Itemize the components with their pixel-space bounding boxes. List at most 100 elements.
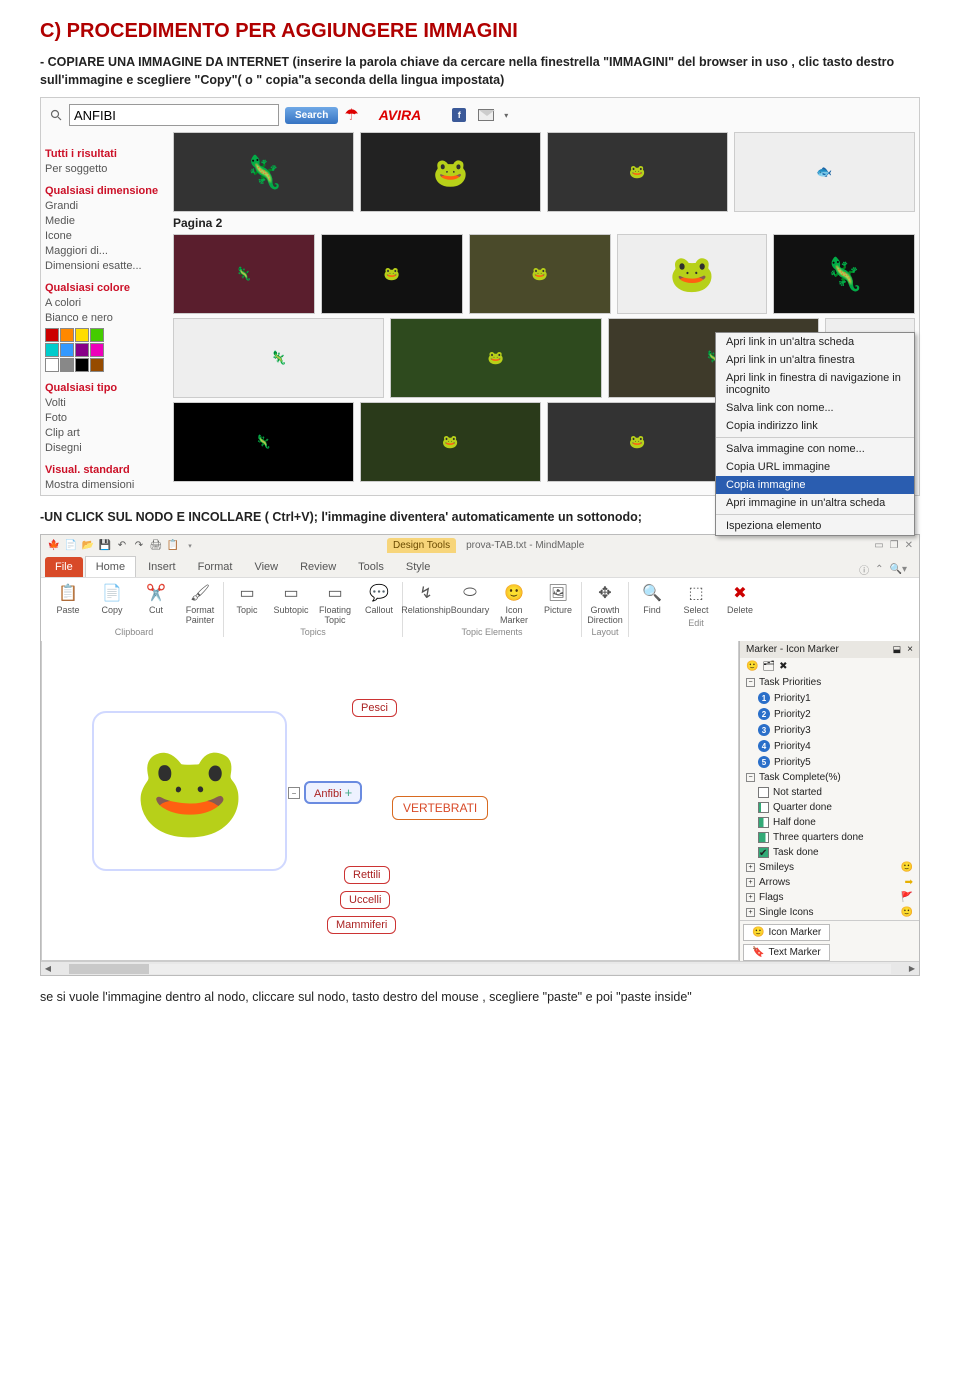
minimize-icon[interactable]: ▭: [874, 540, 883, 551]
color-swatch[interactable]: [45, 358, 59, 372]
ctx-open-image-new-tab[interactable]: Apri immagine in un'altra scheda: [716, 494, 914, 512]
filter-size-head[interactable]: Qualsiasi dimensione: [45, 185, 165, 197]
filter-type-item[interactable]: Disegni: [45, 442, 165, 454]
topic-button[interactable]: ▭Topic: [228, 582, 266, 625]
ctx-open-new-tab[interactable]: Apri link in un'altra scheda: [716, 333, 914, 351]
tab-home[interactable]: Home: [85, 556, 136, 577]
plus-icon[interactable]: +: [345, 785, 353, 800]
filter-visual-head[interactable]: Visual. standard: [45, 464, 165, 476]
close-window-icon[interactable]: ✕: [905, 540, 913, 551]
tree-head-complete[interactable]: −Task Complete(%): [740, 770, 919, 785]
qat-dropdown-icon[interactable]: ▾: [183, 539, 197, 553]
filter-size-item[interactable]: Dimensioni esatte...: [45, 260, 165, 272]
filter-show-dimensions[interactable]: Mostra dimensioni: [45, 479, 165, 491]
result-thumb[interactable]: 🐟: [734, 132, 915, 212]
scrollbar-track[interactable]: [69, 964, 891, 974]
filter-type-item[interactable]: Foto: [45, 412, 165, 424]
ctx-save-image-as[interactable]: Salva immagine con nome...: [716, 440, 914, 458]
color-swatch[interactable]: [60, 358, 74, 372]
tab-insert[interactable]: Insert: [138, 557, 186, 577]
horizontal-scrollbar[interactable]: ◀ ▶: [41, 961, 919, 975]
filter-size-item[interactable]: Grandi: [45, 200, 165, 212]
node-anfibi-selected[interactable]: Anfibi +: [304, 781, 362, 804]
priority-item[interactable]: 5Priority5: [740, 754, 919, 770]
priority-item[interactable]: 2Priority2: [740, 706, 919, 722]
marker-tool-icon[interactable]: 🙂: [746, 661, 758, 672]
color-swatch[interactable]: [60, 328, 74, 342]
tab-text-marker[interactable]: 🔖Text Marker: [743, 944, 830, 961]
complete-item[interactable]: Half done: [740, 815, 919, 830]
result-thumb[interactable]: 🐸: [469, 234, 611, 314]
new-doc-icon[interactable]: 📄: [64, 539, 78, 553]
complete-item[interactable]: Quarter done: [740, 800, 919, 815]
filter-type-item[interactable]: Volti: [45, 397, 165, 409]
result-thumb[interactable]: 🐸: [390, 318, 601, 398]
design-tools-context-tab[interactable]: Design Tools: [387, 538, 456, 553]
open-icon[interactable]: 📂: [81, 539, 95, 553]
tab-style[interactable]: Style: [396, 557, 440, 577]
facebook-icon[interactable]: f: [452, 108, 466, 122]
tree-head-flags[interactable]: +Flags🚩: [740, 890, 919, 905]
icon-marker-button[interactable]: 🙂Icon Marker: [495, 582, 533, 625]
tab-view[interactable]: View: [244, 557, 288, 577]
boundary-button[interactable]: ⬭Boundary: [451, 582, 489, 625]
tab-tools[interactable]: Tools: [348, 557, 394, 577]
collapse-toggle-icon[interactable]: −: [288, 787, 300, 799]
complete-item[interactable]: Three quarters done: [740, 830, 919, 845]
ctx-open-incognito[interactable]: Apri link in finestra di navigazione in …: [716, 369, 914, 399]
floating-topic-button[interactable]: ▭Floating Topic: [316, 582, 354, 625]
tree-head-priorities[interactable]: −Task Priorities: [740, 675, 919, 690]
format-painter-button[interactable]: 🖌Format Painter: [181, 582, 219, 625]
tab-review[interactable]: Review: [290, 557, 346, 577]
tree-head-arrows[interactable]: +Arrows➡: [740, 875, 919, 890]
callout-button[interactable]: 💬Callout: [360, 582, 398, 625]
find-button[interactable]: 🔍Find: [633, 582, 671, 615]
restore-icon[interactable]: ❐: [890, 540, 899, 551]
search-button[interactable]: Search: [285, 107, 338, 124]
result-thumb[interactable]: 🦎: [773, 234, 915, 314]
filter-by-subject[interactable]: Per soggetto: [45, 163, 165, 175]
color-swatch[interactable]: [75, 328, 89, 342]
result-thumb[interactable]: 🦎: [173, 132, 354, 212]
delete-button[interactable]: ✖Delete: [721, 582, 759, 615]
undo-icon[interactable]: ↶: [115, 539, 129, 553]
tree-head-single-icons[interactable]: +Single Icons🙂: [740, 905, 919, 920]
relationship-button[interactable]: ↯Relationship: [407, 582, 445, 625]
ctx-open-new-window[interactable]: Apri link in un'altra finestra: [716, 351, 914, 369]
scroll-left-icon[interactable]: ◀: [41, 962, 55, 976]
marker-tool-icon[interactable]: ✖: [779, 661, 787, 672]
filter-results-head[interactable]: Tutti i risultati: [45, 148, 165, 160]
result-thumb[interactable]: 🐸: [547, 402, 728, 482]
filter-color-mode[interactable]: A colori: [45, 297, 165, 309]
color-swatch[interactable]: [90, 343, 104, 357]
result-thumb[interactable]: 🐸: [547, 132, 728, 212]
color-swatch[interactable]: [45, 328, 59, 342]
node-root-vertebrati[interactable]: VERTEBRATI: [392, 796, 488, 820]
save-icon[interactable]: 💾: [98, 539, 112, 553]
filter-size-item[interactable]: Icone: [45, 230, 165, 242]
zoom-icon[interactable]: 🔍▾: [890, 564, 907, 575]
color-swatch[interactable]: [75, 343, 89, 357]
filter-color-mode[interactable]: Bianco e nero: [45, 312, 165, 324]
tab-icon-marker[interactable]: 🙂Icon Marker: [743, 924, 830, 941]
filter-color-head[interactable]: Qualsiasi colore: [45, 282, 165, 294]
result-thumb[interactable]: 🐸: [321, 234, 463, 314]
color-swatch[interactable]: [90, 328, 104, 342]
tab-file[interactable]: File: [45, 557, 83, 577]
print-icon[interactable]: 🖨: [149, 539, 163, 553]
pin-icon[interactable]: ⬓: [893, 644, 902, 655]
ctx-save-link-as[interactable]: Salva link con nome...: [716, 399, 914, 417]
node-mammiferi[interactable]: Mammiferi: [327, 916, 396, 934]
help-icon[interactable]: ⓘ: [859, 562, 869, 577]
result-thumb[interactable]: 🦎: [173, 234, 315, 314]
node-pesci[interactable]: Pesci: [352, 699, 397, 717]
copy-icon[interactable]: 📋: [166, 539, 180, 553]
picture-button[interactable]: 🖼Picture: [539, 582, 577, 625]
color-swatch[interactable]: [45, 343, 59, 357]
search-input[interactable]: [69, 104, 279, 126]
priority-item[interactable]: 4Priority4: [740, 738, 919, 754]
priority-item[interactable]: 3Priority3: [740, 722, 919, 738]
subtopic-button[interactable]: ▭Subtopic: [272, 582, 310, 625]
select-button[interactable]: ⬚Select: [677, 582, 715, 615]
complete-item[interactable]: ✔Task done: [740, 845, 919, 860]
